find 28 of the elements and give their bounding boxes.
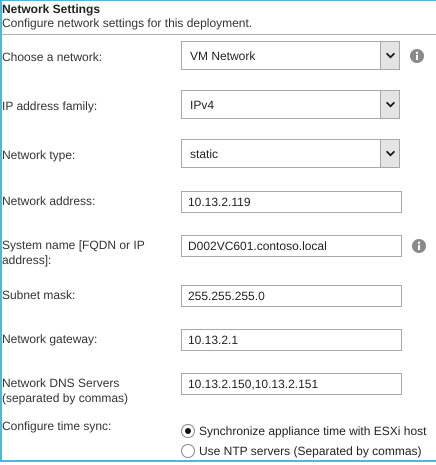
- field-label: Network gateway:: [2, 331, 98, 347]
- radio-button[interactable]: [181, 424, 195, 438]
- field-label: IP address family:: [2, 98, 98, 114]
- radio-option[interactable]: Use NTP servers (Separated by commas): [181, 444, 426, 458]
- info-icon[interactable]: [412, 239, 426, 253]
- input-field[interactable]: D002VC601.contoso.local: [181, 235, 402, 257]
- field-label: System name [FQDN or IP address]:: [2, 237, 146, 268]
- input-field[interactable]: 10.13.2.150,10.13.2.151: [181, 373, 402, 395]
- field-label: Choose a network:: [2, 49, 104, 65]
- radio-button[interactable]: [181, 444, 195, 458]
- input-field[interactable]: 10.13.2.119: [181, 191, 402, 213]
- field-label: Configure time sync:: [2, 419, 112, 434]
- field-label: Network DNS Servers (separated by commas): [2, 375, 130, 406]
- info-icon[interactable]: [410, 48, 424, 62]
- radio-option[interactable]: Synchronize appliance time with ESXi host: [181, 424, 426, 438]
- section-description: Configure network settings for this deployment.: [2, 16, 254, 31]
- field-label: Subnet mask:: [2, 287, 76, 303]
- chevron-down-icon: [384, 150, 396, 157]
- field-label: Network type:: [2, 147, 76, 163]
- dropdown[interactable]: static: [181, 139, 400, 168]
- input-field[interactable]: 255.255.255.0: [181, 285, 402, 307]
- dropdown[interactable]: VM Network: [181, 41, 400, 70]
- input-field[interactable]: 10.13.2.1: [181, 329, 402, 351]
- chevron-down-icon: [384, 52, 396, 59]
- dropdown[interactable]: IPv4: [181, 90, 400, 119]
- field-label: Network address:: [2, 193, 96, 209]
- section-title: Network Settings: [2, 2, 102, 16]
- chevron-down-icon: [384, 101, 396, 108]
